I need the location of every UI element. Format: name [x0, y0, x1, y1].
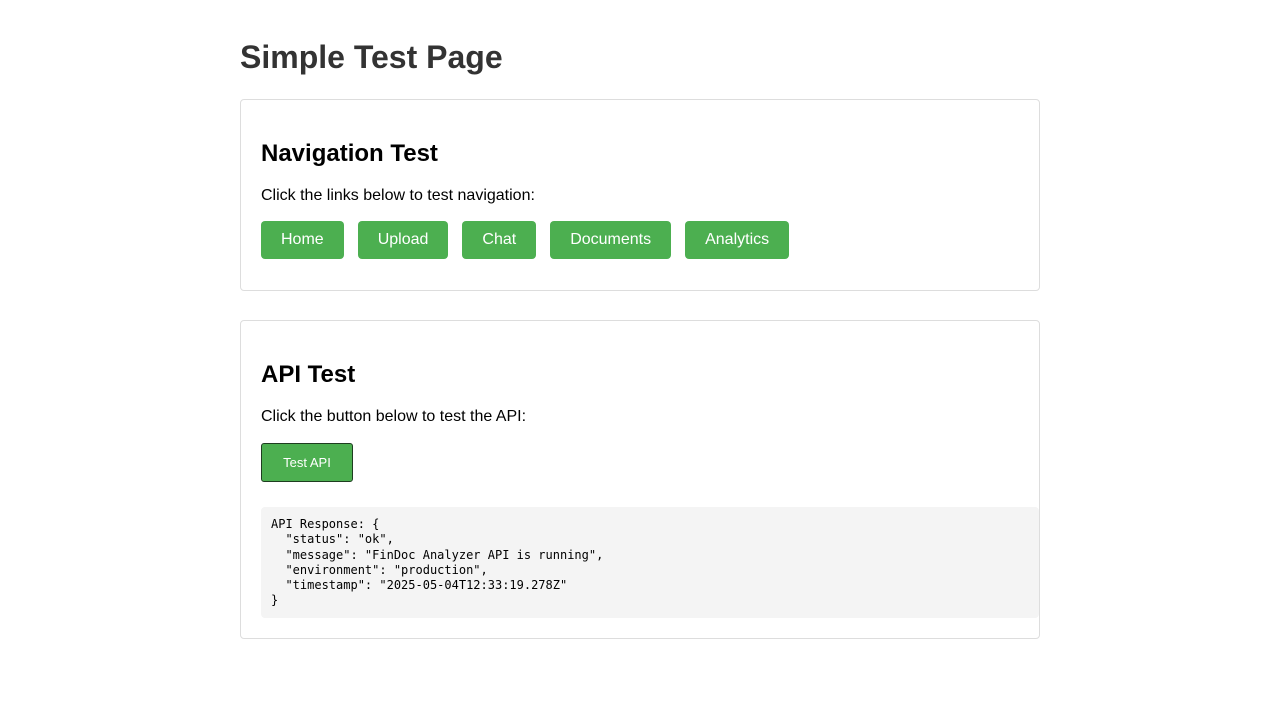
navigation-test-heading: Navigation Test: [261, 140, 438, 167]
api-test-description: Click the button below to test the API:: [261, 408, 527, 425]
api-test-card: API Test Click the button below to test …: [240, 320, 1040, 639]
page-title: Simple Test Page: [240, 39, 503, 75]
navigation-test-card: Navigation Test Click the links below to…: [240, 99, 1040, 291]
navigation-test-description: Click the links below to test navigation…: [261, 187, 535, 204]
nav-link-upload[interactable]: Upload: [357, 221, 449, 259]
nav-link-chat[interactable]: Chat: [462, 221, 537, 259]
nav-link-home[interactable]: Home: [261, 221, 344, 259]
test-api-button[interactable]: Test API: [261, 443, 353, 482]
api-response-output: API Response: { "status": "ok", "message…: [261, 507, 1039, 618]
nav-links: Home Upload Chat Documents Analytics: [261, 221, 803, 259]
nav-link-documents[interactable]: Documents: [550, 221, 672, 259]
api-test-heading: API Test: [261, 361, 356, 388]
nav-link-analytics[interactable]: Analytics: [685, 221, 790, 259]
